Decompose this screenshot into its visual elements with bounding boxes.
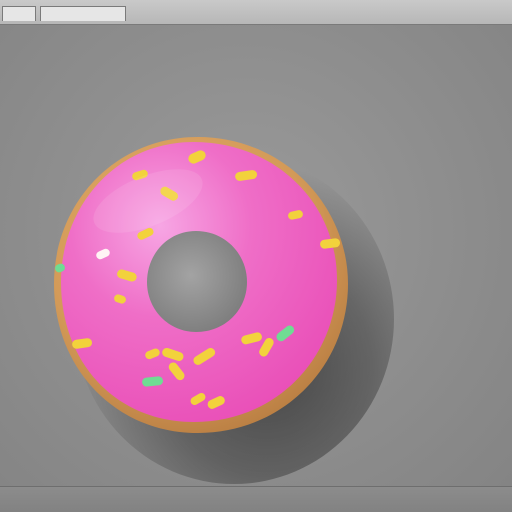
donut-icon [54,137,394,484]
bottom-status-bar [0,486,512,512]
donut-hole [147,231,247,332]
3d-viewport[interactable] [0,25,512,487]
donut-model[interactable] [44,129,394,484]
tab-second[interactable] [40,6,126,21]
tab-first[interactable] [2,6,36,21]
3d-viewer-window [0,0,512,512]
